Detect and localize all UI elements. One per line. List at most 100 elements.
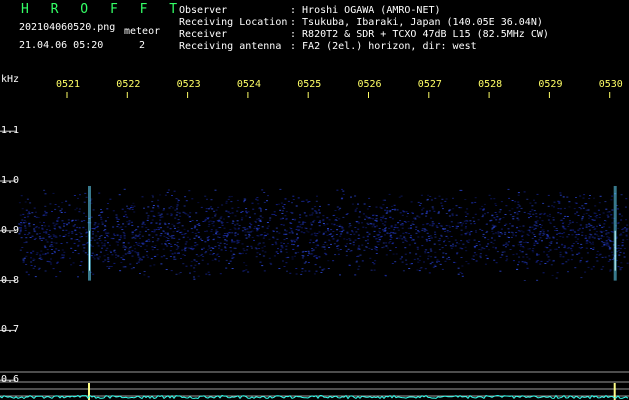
noise-speckle (27, 215, 30, 217)
noise-speckle (214, 215, 217, 217)
noise-speckle (358, 265, 361, 267)
noise-speckle (53, 242, 56, 244)
noise-speckle (196, 244, 199, 246)
noise-speckle (296, 237, 299, 239)
noise-speckle (526, 229, 529, 231)
noise-speckle (346, 231, 349, 233)
noise-speckle (225, 267, 228, 269)
noise-speckle (61, 220, 64, 222)
noise-speckle (147, 276, 150, 278)
noise-speckle (414, 242, 417, 244)
noise-speckle (108, 244, 111, 246)
noise-speckle (326, 223, 329, 225)
noise-speckle (607, 243, 610, 245)
noise-speckle (546, 261, 549, 263)
noise-speckle (22, 213, 25, 215)
noise-speckle (19, 231, 22, 233)
noise-speckle (382, 246, 385, 248)
noise-speckle (308, 253, 311, 255)
noise-speckle (608, 237, 611, 238)
noise-speckle (455, 205, 458, 207)
noise-speckle (569, 229, 572, 231)
noise-speckle (248, 233, 251, 235)
noise-speckle (424, 249, 427, 251)
noise-speckle (194, 242, 197, 244)
noise-speckle (611, 241, 614, 242)
noise-speckle (207, 208, 210, 210)
noise-speckle (123, 242, 125, 244)
noise-speckle (368, 233, 371, 235)
noise-speckle (407, 213, 409, 214)
noise-speckle (410, 235, 412, 237)
noise-speckle (28, 232, 31, 234)
noise-speckle (287, 200, 290, 202)
noise-speckle (175, 248, 178, 250)
noise-speckle (479, 255, 482, 257)
noise-speckle (318, 231, 321, 233)
noise-speckle (190, 246, 193, 248)
noise-speckle (77, 245, 80, 247)
noise-speckle (296, 246, 299, 247)
noise-speckle (291, 231, 294, 233)
noise-speckle (375, 225, 378, 227)
noise-speckle (34, 276, 37, 278)
noise-speckle (78, 211, 81, 213)
noise-speckle (416, 258, 419, 260)
noise-speckle (529, 202, 532, 204)
noise-speckle (350, 196, 352, 198)
noise-speckle (260, 210, 262, 212)
noise-speckle (533, 210, 536, 212)
noise-speckle (461, 224, 464, 226)
noise-speckle (556, 239, 559, 241)
noise-speckle (442, 208, 444, 210)
noise-speckle (107, 259, 110, 261)
noise-speckle (156, 249, 159, 251)
noise-speckle (214, 213, 217, 215)
noise-speckle (58, 226, 61, 228)
noise-speckle (156, 204, 159, 206)
noise-speckle (300, 231, 303, 233)
noise-speckle (21, 208, 24, 210)
noise-speckle (537, 260, 540, 261)
noise-speckle (93, 224, 96, 226)
noise-speckle (69, 257, 71, 259)
noise-speckle (84, 192, 87, 194)
noise-speckle (603, 244, 606, 245)
noise-speckle (185, 200, 188, 202)
noise-speckle (625, 198, 628, 200)
noise-speckle (291, 232, 294, 234)
noise-speckle (245, 215, 248, 217)
noise-speckle (137, 256, 140, 258)
noise-speckle (209, 207, 212, 209)
noise-speckle (98, 192, 101, 194)
noise-speckle (205, 210, 208, 212)
noise-speckle (444, 228, 447, 230)
noise-speckle (415, 232, 418, 234)
noise-speckle (207, 271, 210, 273)
noise-speckle (285, 262, 288, 264)
noise-speckle (448, 209, 451, 211)
noise-speckle (426, 240, 428, 242)
noise-speckle (534, 221, 537, 223)
noise-speckle (581, 227, 584, 229)
noise-speckle (198, 224, 201, 226)
noise-speckle (623, 247, 626, 249)
noise-speckle (247, 236, 250, 238)
noise-speckle (402, 270, 405, 272)
noise-speckle (466, 213, 469, 215)
noise-speckle (606, 211, 609, 213)
noise-speckle (42, 237, 45, 239)
noise-speckle (585, 247, 588, 249)
noise-speckle (193, 271, 196, 273)
noise-speckle (135, 252, 138, 254)
noise-speckle (511, 200, 514, 201)
noise-speckle (234, 215, 237, 217)
noise-speckle (48, 261, 51, 263)
noise-speckle (240, 219, 243, 221)
noise-speckle (541, 240, 543, 242)
noise-speckle (392, 232, 395, 233)
noise-speckle (533, 224, 536, 226)
noise-speckle (257, 203, 260, 205)
noise-speckle (598, 217, 601, 218)
noise-speckle (313, 232, 316, 234)
